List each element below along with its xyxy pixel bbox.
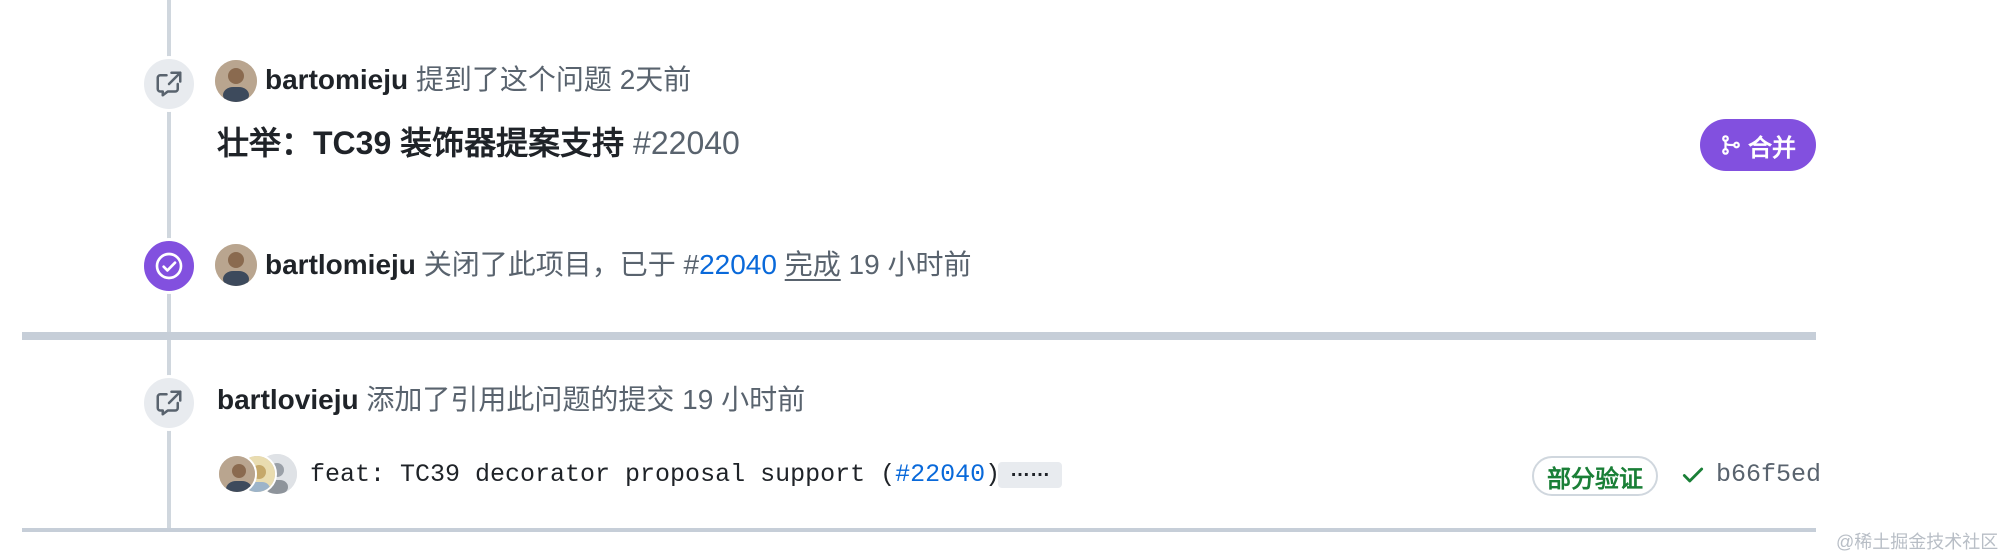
author-link[interactable]: bartomieju <box>265 64 408 95</box>
event-mentioned-line: bartomieju 提到了这个问题 2天前 <box>265 63 691 97</box>
issue-number[interactable]: #22040 <box>633 125 740 161</box>
avatar[interactable] <box>215 244 257 286</box>
closed-badge <box>141 238 197 294</box>
commit-title[interactable]: feat: TC39 decorator proposal support ( <box>310 460 895 489</box>
author-link[interactable]: bartlovieju <box>217 384 359 415</box>
merge-icon <box>1722 135 1740 155</box>
check-icon <box>1682 467 1704 483</box>
timeline-line-bottom <box>167 340 171 530</box>
event-time[interactable]: 2天前 <box>620 64 692 95</box>
commit-pr-link[interactable]: #22040 <box>895 460 985 489</box>
cross-reference-icon <box>156 390 182 416</box>
bottom-divider <box>22 528 1816 532</box>
event-time[interactable]: 19 小时前 <box>849 249 972 280</box>
event-action: 关闭了此项目，已于 # <box>423 249 700 280</box>
issue-title[interactable]: 壮举：TC39 装饰器提案支持 <box>217 125 624 161</box>
event-commit-line: bartlovieju 添加了引用此问题的提交 19 小时前 <box>217 383 805 417</box>
commit-sha-link[interactable]: b66f5ed <box>1716 459 1821 491</box>
event-action: 提到了这个问题 <box>415 64 612 95</box>
verification-badge[interactable]: 部分验证 <box>1532 456 1658 496</box>
cross-reference-badge <box>141 56 197 112</box>
issue-title-line: 壮举：TC39 装饰器提案支持 #22040 <box>217 123 740 163</box>
merged-status-badge: 合并 <box>1700 119 1816 171</box>
check-circle-icon <box>155 252 183 280</box>
commit-message: feat: TC39 decorator proposal support (#… <box>310 459 1000 491</box>
event-closed-line: bartlomieju 关闭了此项目，已于 #22040 完成 19 小时前 <box>265 248 971 282</box>
pr-link[interactable]: 22040 <box>699 249 777 280</box>
event-action: 添加了引用此问题的提交 <box>366 384 675 415</box>
cross-reference-icon <box>156 71 182 97</box>
watermark: @稀土掘金技术社区 <box>1836 532 1999 552</box>
section-divider <box>22 332 1816 340</box>
author-link[interactable]: bartlomieju <box>265 249 416 280</box>
merged-label: 合并 <box>1748 134 1796 162</box>
done-link[interactable]: 完成 <box>785 249 841 280</box>
cross-reference-badge <box>141 375 197 431</box>
expand-commit-button[interactable]: …… <box>998 460 1062 488</box>
avatar[interactable] <box>215 60 257 102</box>
event-time[interactable]: 19 小时前 <box>682 384 805 415</box>
avatar[interactable] <box>217 454 257 494</box>
